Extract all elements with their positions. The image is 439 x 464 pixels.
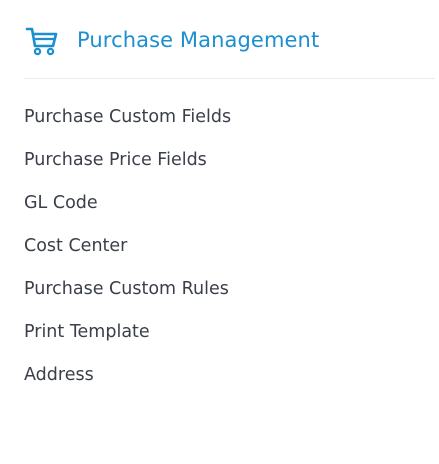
purchase-management-panel: Purchase Management Purchase Custom Fiel… (0, 0, 439, 464)
menu-item-purchase-price-fields[interactable]: Purchase Price Fields (24, 147, 231, 190)
settings-menu: Purchase Custom Fields Purchase Price Fi… (24, 104, 231, 405)
menu-item-cost-center[interactable]: Cost Center (24, 233, 231, 276)
menu-item-print-template[interactable]: Print Template (24, 319, 231, 362)
menu-item-gl-code[interactable]: GL Code (24, 190, 231, 233)
menu-item-purchase-custom-rules[interactable]: Purchase Custom Rules (24, 276, 231, 319)
menu-item-purchase-custom-fields[interactable]: Purchase Custom Fields (24, 104, 231, 147)
section-title: Purchase Management (77, 28, 320, 52)
section-header: Purchase Management (25, 22, 319, 58)
header-divider (24, 78, 435, 79)
shopping-cart-icon (25, 27, 58, 56)
menu-item-address[interactable]: Address (24, 362, 231, 405)
